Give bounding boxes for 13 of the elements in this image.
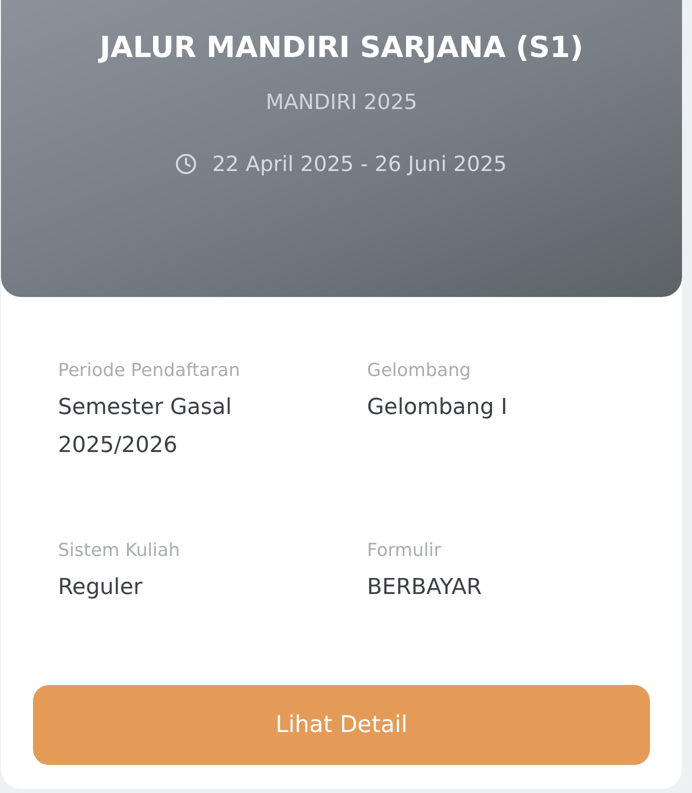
program-title: JALUR MANDIRI SARJANA (S1) (100, 29, 584, 66)
date-range: 22 April 2025 - 26 Juni 2025 (212, 151, 507, 178)
field-value: Gelombang I (367, 394, 508, 422)
clock-icon (176, 154, 196, 174)
field-label: Formulir (367, 539, 442, 563)
field-label: Sistem Kuliah (58, 539, 181, 563)
program-subtitle: MANDIRI 2025 (266, 89, 418, 116)
field-value: Semester Gasal 2025/2026 (58, 394, 233, 460)
field-label: Periode Pendaftaran (58, 359, 242, 383)
detail-button[interactable]: Lihat Detail (33, 685, 650, 765)
field-label: Gelombang (367, 359, 472, 383)
field-value: Reguler (58, 574, 144, 602)
field-value: BERBAYAR (367, 574, 483, 602)
